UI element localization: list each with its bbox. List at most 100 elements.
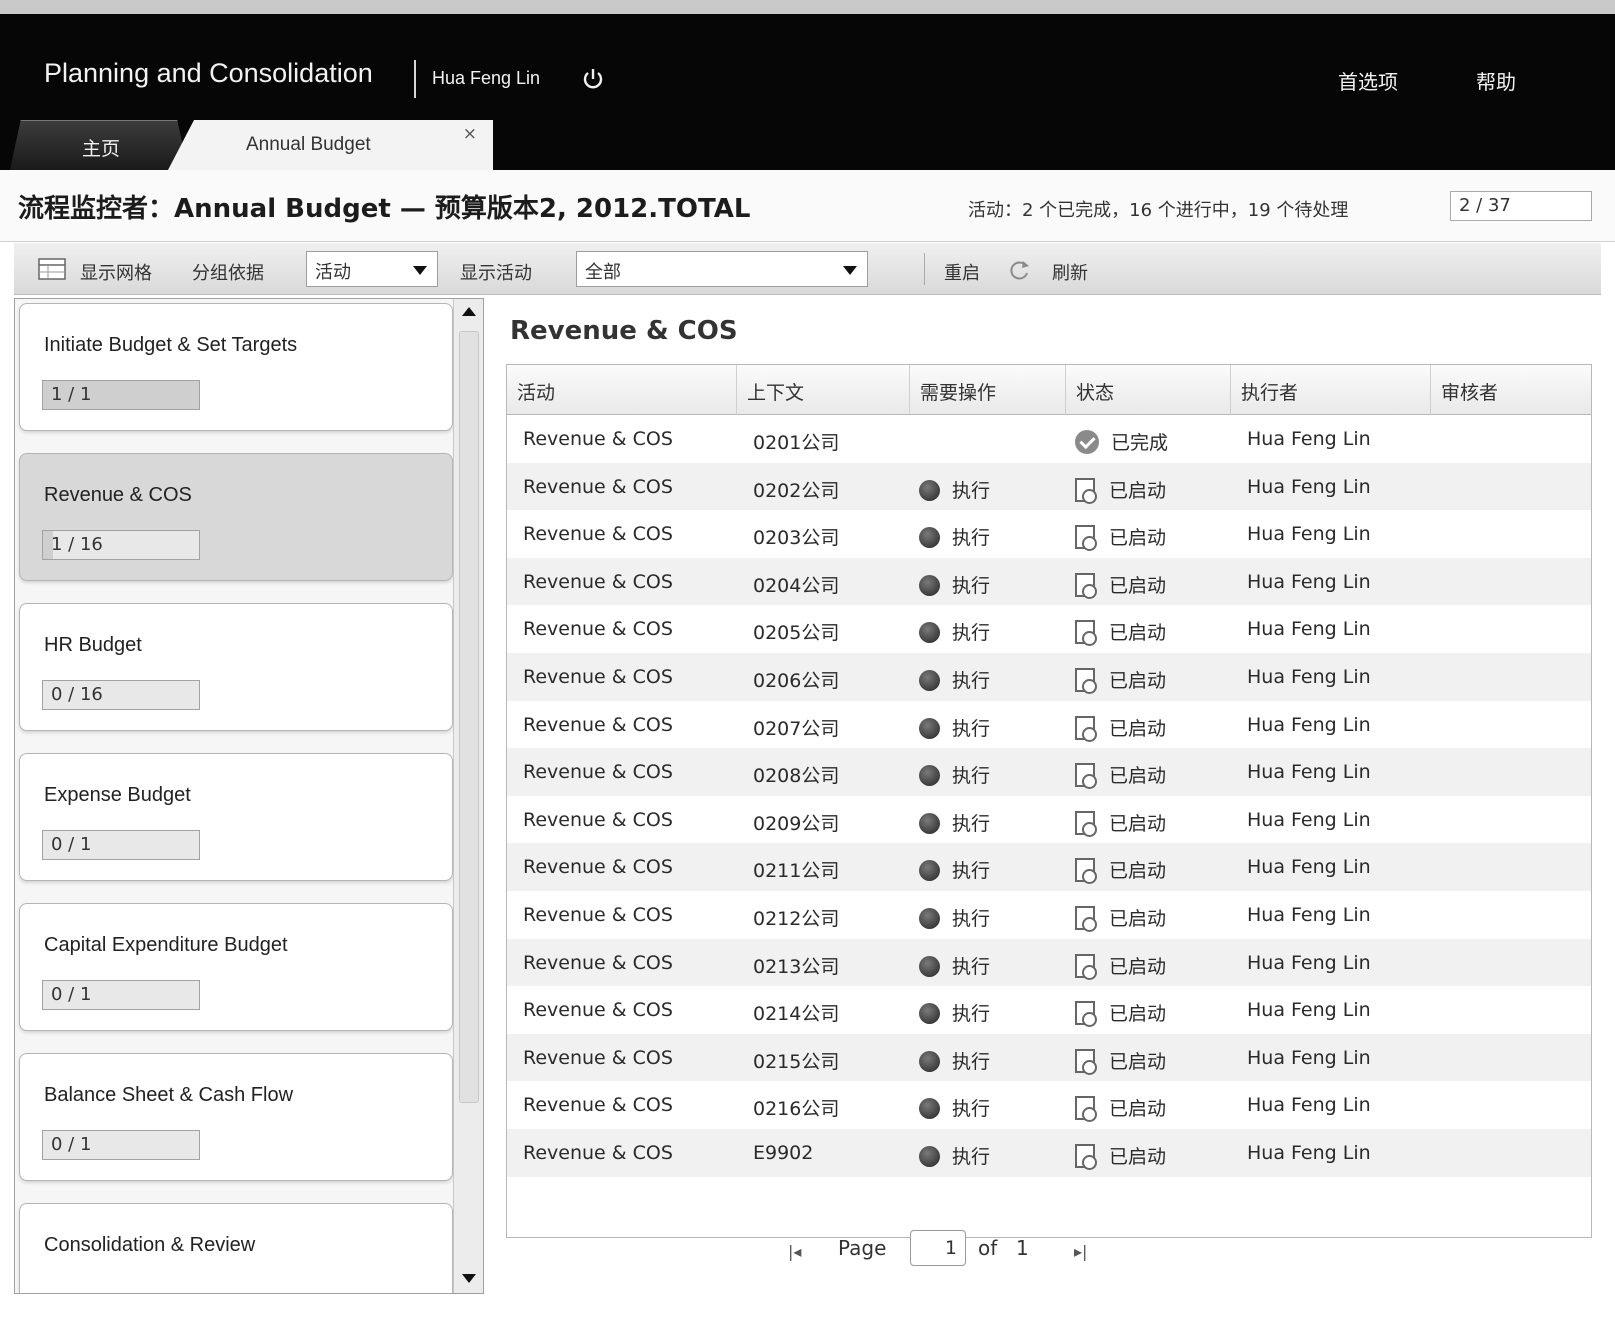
tab-close-icon[interactable]: ×: [463, 124, 477, 144]
action-cell[interactable]: 执行: [919, 999, 990, 1026]
table-row[interactable]: Revenue & COS 0213公司 执行 已启动 Hua Feng Lin: [507, 938, 1591, 987]
status-text: 已启动: [1109, 717, 1167, 740]
activity-card[interactable]: Initiate Budget & Set Targets 1 / 1: [19, 303, 453, 431]
activity-progress-text: 0 / 16: [51, 684, 103, 705]
action-cell[interactable]: 执行: [919, 856, 990, 883]
show-activity-select[interactable]: 全部: [576, 251, 868, 287]
activity-cell: Revenue & COS: [523, 714, 673, 736]
column-header-executor[interactable]: 执行者: [1231, 365, 1431, 415]
last-page-icon[interactable]: ▸|: [1074, 1242, 1087, 1261]
table-row[interactable]: Revenue & COS 0203公司 执行 已启动 Hua Feng Lin: [507, 510, 1591, 558]
activity-card[interactable]: Expense Budget 0 / 1: [19, 753, 453, 881]
column-header-reviewer[interactable]: 审核者: [1431, 365, 1593, 415]
activity-cell-text: Revenue & COS: [523, 1141, 673, 1164]
column-header-context[interactable]: 上下文: [737, 365, 910, 415]
scroll-down-arrow-icon[interactable]: [462, 1274, 476, 1283]
table-row[interactable]: Revenue & COS 0208公司 执行 已启动 Hua Feng Lin: [507, 748, 1591, 796]
action-cell[interactable]: 执行: [919, 952, 990, 979]
activity-card-title: Expense Budget: [44, 784, 191, 806]
execute-link[interactable]: 执行: [952, 860, 990, 882]
action-cell[interactable]: 执行: [919, 809, 990, 836]
table-row[interactable]: Revenue & COS 0211公司 执行 已启动 Hua Feng Lin: [507, 843, 1591, 891]
activity-card[interactable]: HR Budget 0 / 16: [19, 603, 453, 731]
column-header-action[interactable]: 需要操作: [910, 365, 1066, 415]
tab-home[interactable]: 主页: [10, 120, 188, 170]
execute-dot-icon: [919, 860, 940, 882]
activity-card[interactable]: Capital Expenditure Budget 0 / 1: [19, 903, 453, 1031]
group-by-label: 分组依据: [192, 263, 264, 284]
action-cell[interactable]: 执行: [919, 714, 990, 741]
execute-link[interactable]: 执行: [952, 908, 990, 930]
execute-link[interactable]: 执行: [952, 480, 990, 502]
group-by-select[interactable]: 活动: [306, 251, 438, 287]
help-link[interactable]: 帮助: [1476, 66, 1516, 95]
action-cell[interactable]: 执行: [919, 761, 990, 788]
action-cell[interactable]: 执行: [919, 1094, 990, 1121]
scroll-up-arrow-icon[interactable]: [462, 307, 476, 316]
table-row[interactable]: Revenue & COS 0212公司 执行 已启动 Hua Feng Lin: [507, 891, 1591, 939]
preferences-link[interactable]: 首选项: [1338, 66, 1398, 95]
execute-link[interactable]: 执行: [952, 527, 990, 549]
execute-link[interactable]: 执行: [952, 1098, 990, 1120]
column-header-activity[interactable]: 活动: [507, 365, 737, 415]
execute-link[interactable]: 执行: [952, 575, 990, 597]
activity-cell-text: Revenue & COS: [523, 618, 673, 641]
execute-link[interactable]: 执行: [952, 718, 990, 740]
activity-list-scrollbar[interactable]: [453, 299, 483, 1293]
context-cell: 0202公司: [753, 476, 839, 503]
execute-link[interactable]: 执行: [952, 670, 990, 692]
tab-annual-budget[interactable]: Annual Budget ×: [168, 120, 493, 170]
activity-card[interactable]: Consolidation & Review: [19, 1203, 453, 1293]
table-row[interactable]: Revenue & COS 0214公司 执行 已启动 Hua Feng Lin: [507, 986, 1591, 1034]
executor-cell: Hua Feng Lin: [1247, 618, 1371, 640]
restart-button[interactable]: 重启: [944, 259, 980, 285]
column-header-status[interactable]: 状态: [1066, 365, 1231, 415]
action-cell[interactable]: 执行: [919, 1047, 990, 1074]
execute-link[interactable]: 执行: [952, 1051, 990, 1073]
action-cell[interactable]: 执行: [919, 523, 990, 550]
refresh-button[interactable]: 刷新: [1052, 259, 1088, 285]
action-cell[interactable]: 执行: [919, 571, 990, 598]
show-grid-button[interactable]: 显示网格: [80, 259, 152, 285]
execute-link[interactable]: 执行: [952, 765, 990, 787]
table-row[interactable]: Revenue & COS 0206公司 执行 已启动 Hua Feng Lin: [507, 652, 1591, 701]
grid-icon[interactable]: [38, 258, 66, 280]
execute-link[interactable]: 执行: [952, 1003, 990, 1025]
execute-link[interactable]: 执行: [952, 956, 990, 978]
refresh-icon[interactable]: [1006, 258, 1032, 282]
execute-dot-icon: [919, 622, 940, 644]
execute-link[interactable]: 执行: [952, 622, 990, 644]
table-row[interactable]: Revenue & COS E9902 执行 已启动 Hua Feng Lin: [507, 1128, 1591, 1177]
action-cell[interactable]: 执行: [919, 904, 990, 931]
power-icon[interactable]: [580, 66, 606, 92]
table-row[interactable]: Revenue & COS 0215公司 执行 已启动 Hua Feng Lin: [507, 1033, 1591, 1082]
table-row[interactable]: Revenue & COS 0204公司 执行 已启动 Hua Feng Lin: [507, 557, 1591, 606]
table-row[interactable]: Revenue & COS 0205公司 执行 已启动 Hua Feng Lin: [507, 605, 1591, 653]
executor-cell: Hua Feng Lin: [1247, 666, 1371, 688]
executor-cell: Hua Feng Lin: [1247, 809, 1371, 831]
table-row[interactable]: Revenue & COS 0207公司 执行 已启动 Hua Feng Lin: [507, 701, 1591, 749]
execute-dot-icon: [919, 669, 940, 691]
context-cell-text: 0214公司: [753, 1003, 840, 1026]
activity-card-selected[interactable]: Revenue & COS 1 / 16: [19, 453, 453, 581]
table-row[interactable]: Revenue & COS 0202公司 执行 已启动 Hua Feng Lin: [507, 462, 1591, 511]
action-cell[interactable]: 执行: [919, 1142, 990, 1169]
activity-card[interactable]: Balance Sheet & Cash Flow 0 / 1: [19, 1053, 453, 1181]
execute-link[interactable]: 执行: [952, 1146, 990, 1168]
context-cell: 0216公司: [753, 1094, 839, 1121]
executor-cell-text: Hua Feng Lin: [1247, 475, 1371, 498]
first-page-icon[interactable]: |◂: [788, 1242, 801, 1261]
page-number-input[interactable]: 1: [910, 1230, 966, 1266]
action-cell[interactable]: 执行: [919, 476, 990, 503]
action-cell[interactable]: 执行: [919, 618, 990, 645]
status-cell: 已启动: [1075, 1142, 1166, 1170]
scrollbar-thumb[interactable]: [459, 331, 479, 1103]
action-cell[interactable]: 执行: [919, 666, 990, 693]
execute-dot-icon: [919, 1050, 940, 1072]
table-row[interactable]: Revenue & COS 0209公司 执行 已启动 Hua Feng Lin: [507, 796, 1591, 844]
context-cell-text: 0202公司: [753, 479, 840, 502]
executor-cell-text: Hua Feng Lin: [1247, 523, 1371, 546]
table-row[interactable]: Revenue & COS 0216公司 执行 已启动 Hua Feng Lin: [507, 1081, 1591, 1129]
table-row[interactable]: Revenue & COS 0201公司 已完成 Hua Feng Lin: [507, 415, 1591, 463]
execute-link[interactable]: 执行: [952, 813, 990, 835]
